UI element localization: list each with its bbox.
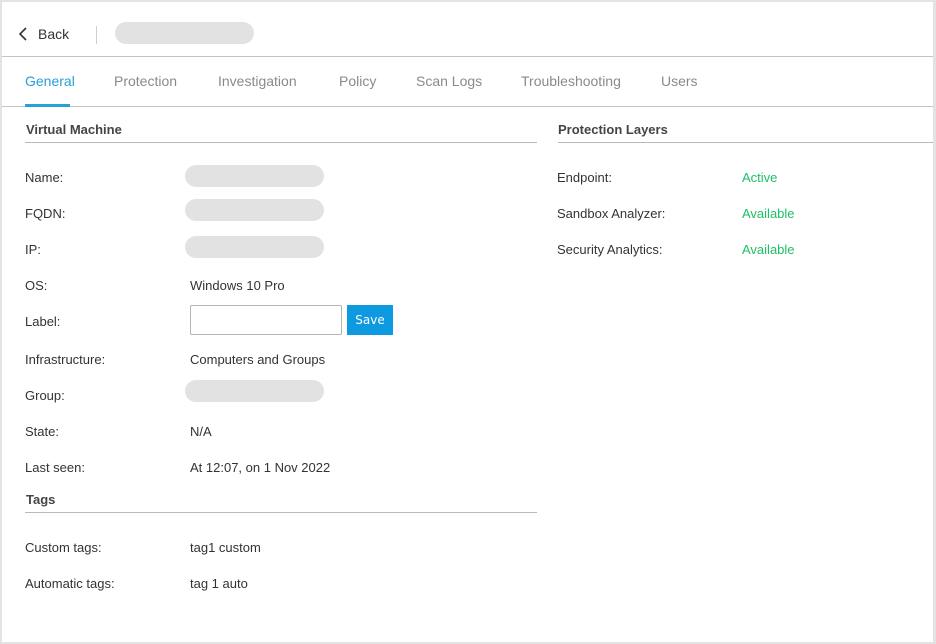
section-divider (25, 512, 537, 513)
security-analytics-status: Available (742, 242, 795, 257)
automatic-tags-label: Automatic tags: (25, 576, 115, 591)
group-label: Group: (25, 388, 65, 403)
tab-users[interactable]: Users (661, 73, 698, 89)
section-title-protection-layers: Protection Layers (558, 122, 668, 137)
section-title-tags: Tags (26, 492, 56, 507)
active-tab-indicator (25, 104, 70, 107)
tab-protection[interactable]: Protection (114, 73, 177, 89)
top-bar: Back (2, 2, 933, 57)
endpoint-label: Endpoint: (557, 170, 612, 185)
save-button[interactable]: Save (347, 305, 393, 335)
back-button[interactable]: Back (16, 24, 69, 44)
sandbox-analyzer-label: Sandbox Analyzer: (557, 206, 666, 221)
security-analytics-label: Security Analytics: (557, 242, 663, 257)
fqdn-label: FQDN: (25, 206, 66, 221)
group-value-redacted (185, 380, 324, 402)
ip-label: IP: (25, 242, 41, 257)
state-label: State: (25, 424, 59, 439)
os-value: Windows 10 Pro (190, 278, 285, 293)
label-field-label: Label: (25, 314, 61, 329)
tab-general[interactable]: General (25, 73, 75, 89)
tab-bar: General Protection Investigation Policy … (2, 57, 933, 107)
os-label: OS: (25, 278, 48, 293)
chevron-left-icon (18, 27, 27, 41)
custom-tags-value: tag1 custom (190, 540, 261, 555)
last-seen-label: Last seen: (25, 460, 85, 475)
section-divider (25, 142, 537, 143)
sandbox-analyzer-status: Available (742, 206, 795, 221)
section-title-virtual-machine: Virtual Machine (26, 122, 122, 137)
tab-troubleshooting[interactable]: Troubleshooting (521, 73, 621, 89)
name-label: Name: (25, 170, 64, 185)
tab-scan-logs[interactable]: Scan Logs (416, 73, 482, 89)
ip-value-redacted (185, 236, 324, 258)
fqdn-value-redacted (185, 199, 324, 221)
name-value-redacted (185, 165, 324, 187)
details-page: Back General Protection Investigation Po… (2, 2, 933, 642)
endpoint-status: Active (742, 170, 778, 185)
last-seen-value: At 12:07, on 1 Nov 2022 (190, 460, 331, 475)
label-input[interactable] (190, 305, 342, 335)
tab-investigation[interactable]: Investigation (218, 73, 297, 89)
automatic-tags-value: tag 1 auto (190, 576, 248, 591)
infrastructure-label: Infrastructure: (25, 352, 106, 367)
custom-tags-label: Custom tags: (25, 540, 102, 555)
page-title-redacted (115, 22, 254, 44)
tab-policy[interactable]: Policy (339, 73, 376, 89)
infrastructure-value: Computers and Groups (190, 352, 326, 367)
back-label: Back (38, 26, 70, 42)
section-divider (558, 142, 933, 143)
state-value: N/A (190, 424, 212, 439)
header-divider (96, 26, 97, 44)
